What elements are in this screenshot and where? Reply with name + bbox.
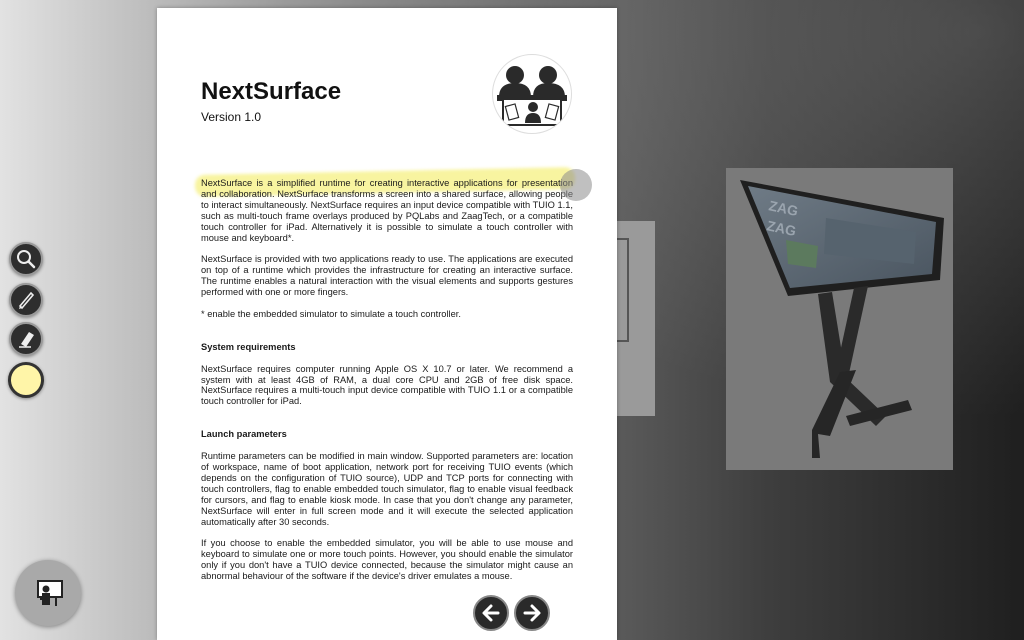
document-version: Version 1.0 (201, 110, 262, 124)
app-logo (492, 54, 572, 134)
paragraph-launch: Runtime parameters can be modified in ma… (201, 451, 573, 527)
paragraph-requirements: NextSurface requires computer running Ap… (201, 363, 573, 407)
document-body: NextSurface is a simplified runtime for … (201, 178, 573, 593)
paragraph-intro: NextSurface is a simplified runtime for … (201, 178, 573, 243)
color-swatch-button[interactable] (8, 362, 44, 398)
presenter-icon (37, 580, 63, 606)
magnifier-button[interactable] (9, 242, 43, 276)
presenter-mode-button[interactable] (15, 560, 81, 626)
eraser-icon (19, 332, 34, 348)
next-page-button[interactable] (514, 595, 550, 631)
paragraph-footnote: * enable the embedded simulator to simul… (201, 308, 461, 319)
paragraph-apps: NextSurface is provided with two applica… (201, 254, 573, 298)
kiosk-image-card[interactable]: ZAG ZAG (726, 168, 953, 470)
paragraph-simulator: If you choose to enable the embedded sim… (201, 538, 573, 582)
heading-launch-parameters: Launch parameters (201, 429, 287, 440)
pencil-icon (18, 291, 35, 310)
document-title: NextSurface (201, 78, 342, 105)
eraser-button[interactable] (9, 322, 43, 356)
document-page[interactable]: NextSurface Version 1.0 NextSurface is a… (157, 8, 617, 640)
magnifier-icon (17, 250, 36, 269)
pencil-button[interactable] (9, 283, 43, 317)
arrow-right-icon (523, 604, 541, 622)
app-logo-icon (494, 56, 570, 132)
touch-cursor (560, 169, 592, 201)
heading-system-requirements: System requirements (201, 341, 296, 352)
kiosk-illustration: ZAG ZAG (740, 180, 944, 458)
previous-page-button[interactable] (473, 595, 509, 631)
background-card-detail (617, 238, 629, 342)
arrow-left-icon (482, 604, 500, 622)
